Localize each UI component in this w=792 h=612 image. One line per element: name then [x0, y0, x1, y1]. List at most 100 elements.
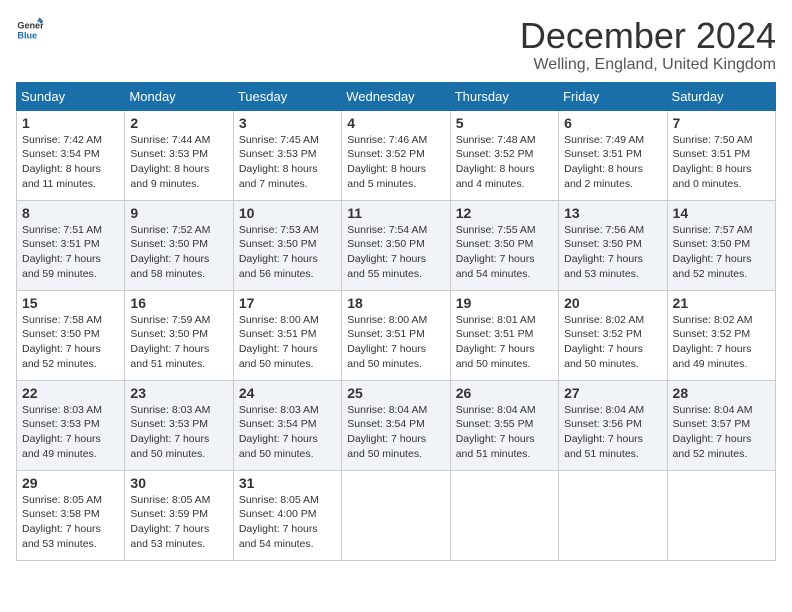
header-tuesday: Tuesday: [233, 82, 341, 110]
table-row: 31 Sunrise: 8:05 AM Sunset: 4:00 PM Dayl…: [233, 470, 341, 560]
calendar-week-row: 22 Sunrise: 8:03 AM Sunset: 3:53 PM Dayl…: [17, 380, 776, 470]
day-number: 16: [130, 295, 227, 311]
table-row: 21 Sunrise: 8:02 AM Sunset: 3:52 PM Dayl…: [667, 290, 775, 380]
table-row: 16 Sunrise: 7:59 AM Sunset: 3:50 PM Dayl…: [125, 290, 233, 380]
table-row: 24 Sunrise: 8:03 AM Sunset: 3:54 PM Dayl…: [233, 380, 341, 470]
header-wednesday: Wednesday: [342, 82, 450, 110]
day-info: Sunrise: 8:02 AM Sunset: 3:52 PM Dayligh…: [673, 313, 770, 372]
day-info: Sunrise: 8:01 AM Sunset: 3:51 PM Dayligh…: [456, 313, 553, 372]
day-number: 28: [673, 385, 770, 401]
day-info: Sunrise: 7:49 AM Sunset: 3:51 PM Dayligh…: [564, 133, 661, 192]
calendar-header-row: Sunday Monday Tuesday Wednesday Thursday…: [17, 82, 776, 110]
table-row: 2 Sunrise: 7:44 AM Sunset: 3:53 PM Dayli…: [125, 110, 233, 200]
table-row: 22 Sunrise: 8:03 AM Sunset: 3:53 PM Dayl…: [17, 380, 125, 470]
table-row: 3 Sunrise: 7:45 AM Sunset: 3:53 PM Dayli…: [233, 110, 341, 200]
day-info: Sunrise: 7:42 AM Sunset: 3:54 PM Dayligh…: [22, 133, 119, 192]
table-row: [559, 470, 667, 560]
header-monday: Monday: [125, 82, 233, 110]
table-row: 7 Sunrise: 7:50 AM Sunset: 3:51 PM Dayli…: [667, 110, 775, 200]
table-row: 9 Sunrise: 7:52 AM Sunset: 3:50 PM Dayli…: [125, 200, 233, 290]
day-info: Sunrise: 8:04 AM Sunset: 3:57 PM Dayligh…: [673, 403, 770, 462]
table-row: 30 Sunrise: 8:05 AM Sunset: 3:59 PM Dayl…: [125, 470, 233, 560]
day-info: Sunrise: 8:05 AM Sunset: 4:00 PM Dayligh…: [239, 493, 336, 552]
day-info: Sunrise: 7:54 AM Sunset: 3:50 PM Dayligh…: [347, 223, 444, 282]
day-number: 20: [564, 295, 661, 311]
day-info: Sunrise: 8:03 AM Sunset: 3:53 PM Dayligh…: [22, 403, 119, 462]
calendar-table: Sunday Monday Tuesday Wednesday Thursday…: [16, 82, 776, 561]
table-row: 20 Sunrise: 8:02 AM Sunset: 3:52 PM Dayl…: [559, 290, 667, 380]
day-number: 13: [564, 205, 661, 221]
day-number: 7: [673, 115, 770, 131]
table-row: 18 Sunrise: 8:00 AM Sunset: 3:51 PM Dayl…: [342, 290, 450, 380]
day-info: Sunrise: 7:55 AM Sunset: 3:50 PM Dayligh…: [456, 223, 553, 282]
day-info: Sunrise: 8:04 AM Sunset: 3:56 PM Dayligh…: [564, 403, 661, 462]
day-number: 31: [239, 475, 336, 491]
table-row: 12 Sunrise: 7:55 AM Sunset: 3:50 PM Dayl…: [450, 200, 558, 290]
day-number: 8: [22, 205, 119, 221]
calendar-week-row: 1 Sunrise: 7:42 AM Sunset: 3:54 PM Dayli…: [17, 110, 776, 200]
day-info: Sunrise: 7:57 AM Sunset: 3:50 PM Dayligh…: [673, 223, 770, 282]
day-info: Sunrise: 8:05 AM Sunset: 3:59 PM Dayligh…: [130, 493, 227, 552]
day-info: Sunrise: 7:48 AM Sunset: 3:52 PM Dayligh…: [456, 133, 553, 192]
day-number: 15: [22, 295, 119, 311]
day-number: 21: [673, 295, 770, 311]
table-row: 13 Sunrise: 7:56 AM Sunset: 3:50 PM Dayl…: [559, 200, 667, 290]
logo: General Blue: [16, 16, 44, 44]
day-info: Sunrise: 7:44 AM Sunset: 3:53 PM Dayligh…: [130, 133, 227, 192]
table-row: 1 Sunrise: 7:42 AM Sunset: 3:54 PM Dayli…: [17, 110, 125, 200]
table-row: 8 Sunrise: 7:51 AM Sunset: 3:51 PM Dayli…: [17, 200, 125, 290]
day-info: Sunrise: 7:52 AM Sunset: 3:50 PM Dayligh…: [130, 223, 227, 282]
day-number: 14: [673, 205, 770, 221]
day-number: 24: [239, 385, 336, 401]
day-info: Sunrise: 7:56 AM Sunset: 3:50 PM Dayligh…: [564, 223, 661, 282]
day-number: 25: [347, 385, 444, 401]
day-info: Sunrise: 7:46 AM Sunset: 3:52 PM Dayligh…: [347, 133, 444, 192]
calendar-week-row: 29 Sunrise: 8:05 AM Sunset: 3:58 PM Dayl…: [17, 470, 776, 560]
table-row: 26 Sunrise: 8:04 AM Sunset: 3:55 PM Dayl…: [450, 380, 558, 470]
day-number: 3: [239, 115, 336, 131]
table-row: 19 Sunrise: 8:01 AM Sunset: 3:51 PM Dayl…: [450, 290, 558, 380]
page-header: General Blue December 2024 Welling, Engl…: [16, 16, 776, 74]
day-number: 18: [347, 295, 444, 311]
table-row: [450, 470, 558, 560]
day-info: Sunrise: 7:51 AM Sunset: 3:51 PM Dayligh…: [22, 223, 119, 282]
day-info: Sunrise: 8:03 AM Sunset: 3:53 PM Dayligh…: [130, 403, 227, 462]
calendar-week-row: 15 Sunrise: 7:58 AM Sunset: 3:50 PM Dayl…: [17, 290, 776, 380]
day-info: Sunrise: 8:02 AM Sunset: 3:52 PM Dayligh…: [564, 313, 661, 372]
table-row: [342, 470, 450, 560]
day-info: Sunrise: 8:00 AM Sunset: 3:51 PM Dayligh…: [347, 313, 444, 372]
day-info: Sunrise: 8:03 AM Sunset: 3:54 PM Dayligh…: [239, 403, 336, 462]
day-number: 9: [130, 205, 227, 221]
day-number: 6: [564, 115, 661, 131]
day-number: 29: [22, 475, 119, 491]
day-info: Sunrise: 7:50 AM Sunset: 3:51 PM Dayligh…: [673, 133, 770, 192]
day-number: 30: [130, 475, 227, 491]
table-row: 17 Sunrise: 8:00 AM Sunset: 3:51 PM Dayl…: [233, 290, 341, 380]
day-info: Sunrise: 8:00 AM Sunset: 3:51 PM Dayligh…: [239, 313, 336, 372]
day-info: Sunrise: 7:53 AM Sunset: 3:50 PM Dayligh…: [239, 223, 336, 282]
day-number: 19: [456, 295, 553, 311]
title-section: December 2024 Welling, England, United K…: [520, 16, 776, 74]
day-number: 26: [456, 385, 553, 401]
day-number: 17: [239, 295, 336, 311]
table-row: 29 Sunrise: 8:05 AM Sunset: 3:58 PM Dayl…: [17, 470, 125, 560]
table-row: 5 Sunrise: 7:48 AM Sunset: 3:52 PM Dayli…: [450, 110, 558, 200]
day-info: Sunrise: 8:04 AM Sunset: 3:54 PM Dayligh…: [347, 403, 444, 462]
header-friday: Friday: [559, 82, 667, 110]
day-info: Sunrise: 7:59 AM Sunset: 3:50 PM Dayligh…: [130, 313, 227, 372]
day-number: 2: [130, 115, 227, 131]
day-number: 22: [22, 385, 119, 401]
day-number: 4: [347, 115, 444, 131]
day-number: 1: [22, 115, 119, 131]
day-number: 10: [239, 205, 336, 221]
day-number: 12: [456, 205, 553, 221]
day-number: 5: [456, 115, 553, 131]
page-title: December 2024: [520, 16, 776, 56]
table-row: 23 Sunrise: 8:03 AM Sunset: 3:53 PM Dayl…: [125, 380, 233, 470]
calendar-week-row: 8 Sunrise: 7:51 AM Sunset: 3:51 PM Dayli…: [17, 200, 776, 290]
day-info: Sunrise: 8:05 AM Sunset: 3:58 PM Dayligh…: [22, 493, 119, 552]
table-row: [667, 470, 775, 560]
day-info: Sunrise: 8:04 AM Sunset: 3:55 PM Dayligh…: [456, 403, 553, 462]
table-row: 10 Sunrise: 7:53 AM Sunset: 3:50 PM Dayl…: [233, 200, 341, 290]
page-subtitle: Welling, England, United Kingdom: [520, 56, 776, 74]
